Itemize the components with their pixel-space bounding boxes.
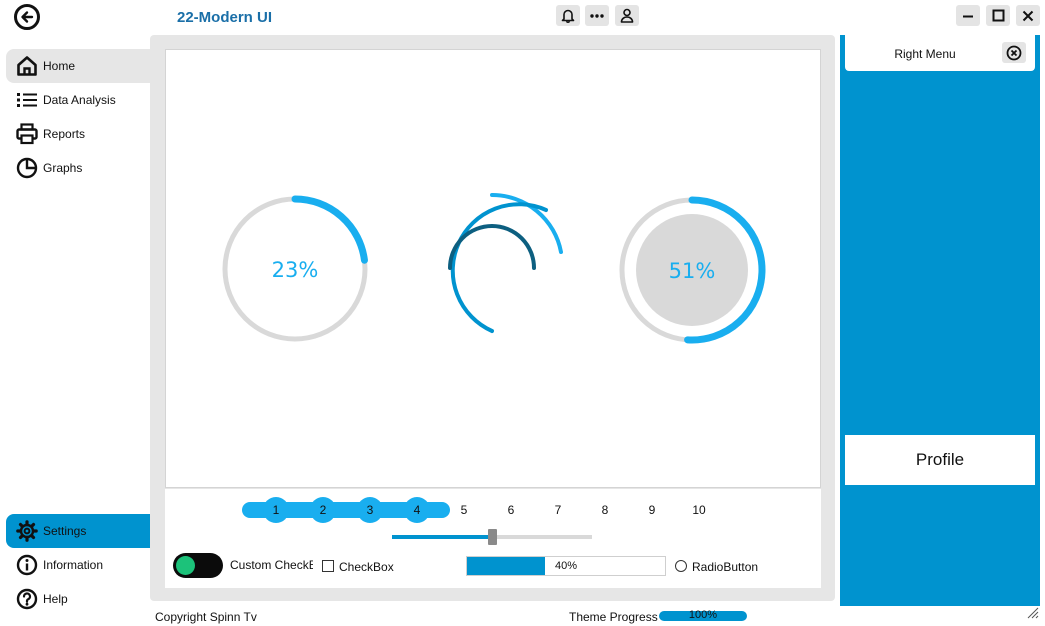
- gauges-svg: 23% 51%: [222, 192, 766, 344]
- loading-spinner-gauge: [448, 192, 563, 333]
- profile-button[interactable]: Profile: [845, 435, 1035, 485]
- gauge-value: 23%: [272, 258, 319, 282]
- sidebar-item-label: Information: [43, 558, 104, 572]
- minimize-button[interactable]: [956, 5, 980, 26]
- printer-icon: [14, 121, 40, 147]
- stepper-step[interactable]: 4: [404, 497, 430, 523]
- theme-progress-bar: 100%: [659, 609, 747, 621]
- stepper-step[interactable]: 10: [686, 497, 712, 523]
- more-options-button[interactable]: [585, 5, 609, 26]
- stepper-step[interactable]: 1: [263, 497, 289, 523]
- stepper-step[interactable]: 5: [451, 497, 477, 523]
- sidebar-item-information[interactable]: Information: [6, 548, 150, 582]
- arrow-left-icon: [21, 11, 34, 23]
- bell-icon: [561, 9, 575, 23]
- app-title: 22-Modern UI: [177, 9, 273, 26]
- progress-text: 40%: [555, 560, 578, 572]
- checkbox[interactable]: [322, 560, 334, 572]
- more-dots-icon: [590, 13, 604, 18]
- sidebar-item-label: Home: [43, 59, 76, 73]
- close-icon: [1022, 10, 1034, 21]
- close-circle-icon: [1006, 45, 1022, 60]
- theme-progress-label: Theme Progress: [569, 610, 658, 624]
- stepper-step[interactable]: 9: [639, 497, 665, 523]
- checkbox-label: CheckBox: [339, 560, 394, 574]
- sidebar-item-label: Graphs: [43, 161, 83, 175]
- custom-checkbox-label: Custom CheckBox: [230, 558, 313, 572]
- stepper-step[interactable]: 2: [310, 497, 336, 523]
- info-icon: [14, 552, 40, 578]
- maximize-icon: [992, 9, 1004, 22]
- right-menu-panel: [840, 35, 1040, 606]
- right-menu-close-button[interactable]: [1002, 42, 1026, 63]
- sidebar-item-graphs[interactable]: Graphs: [6, 151, 150, 185]
- app-window: 22-Modern UI Home Data Analysis Reports …: [0, 0, 1045, 626]
- toggle-knob: [176, 556, 195, 575]
- maximize-button[interactable]: [986, 5, 1010, 26]
- toggle-switch[interactable]: [173, 553, 223, 578]
- sidebar-item-settings[interactable]: Settings: [6, 514, 150, 548]
- user-icon: [620, 8, 634, 23]
- list-icon: [14, 87, 40, 113]
- sidebar-item-home[interactable]: Home: [6, 49, 150, 83]
- minimize-icon: [963, 15, 973, 17]
- progress-gauge-23: 23%: [222, 195, 368, 342]
- slider-thumb[interactable]: [488, 529, 497, 545]
- sidebar-item-label: Settings: [43, 524, 87, 538]
- gauge-value: 51%: [669, 259, 716, 283]
- gauges-panel: 23% 51%: [165, 49, 821, 488]
- stepper-step[interactable]: 8: [592, 497, 618, 523]
- back-button[interactable]: [14, 4, 40, 30]
- sidebar-item-label: Reports: [43, 127, 86, 141]
- progress-bar: 40%: [466, 556, 666, 576]
- home-icon: [14, 53, 40, 79]
- theme-progress-text: 100%: [688, 609, 718, 621]
- stepper-step[interactable]: 6: [498, 497, 524, 523]
- right-menu-title: Right Menu: [894, 47, 956, 61]
- radio-button[interactable]: [675, 560, 687, 572]
- close-button[interactable]: [1016, 5, 1040, 26]
- user-button[interactable]: [615, 5, 639, 26]
- radio-button-label: RadioButton: [692, 560, 759, 574]
- stepper-step[interactable]: 3: [357, 497, 383, 523]
- sidebar-item-data-analysis[interactable]: Data Analysis: [6, 83, 150, 117]
- resize-grip-icon[interactable]: [1025, 605, 1039, 619]
- copyright-text: Copyright Spinn Tv: [155, 610, 257, 624]
- sidebar-item-reports[interactable]: Reports: [6, 117, 150, 151]
- progress-fill: [467, 557, 546, 575]
- notifications-button[interactable]: [556, 5, 580, 26]
- sidebar-item-label: Help: [43, 592, 68, 606]
- pie-chart-icon: [14, 155, 40, 181]
- gauge-progress-arc: [291, 195, 368, 264]
- gear-icon: [14, 518, 40, 544]
- progress-gauge-51: 51%: [619, 196, 766, 344]
- sidebar-item-label: Data Analysis: [43, 93, 116, 107]
- help-icon: [14, 586, 40, 612]
- sidebar-item-help[interactable]: Help: [6, 582, 150, 616]
- slider-fill: [392, 535, 492, 539]
- stepper-step[interactable]: 7: [545, 497, 571, 523]
